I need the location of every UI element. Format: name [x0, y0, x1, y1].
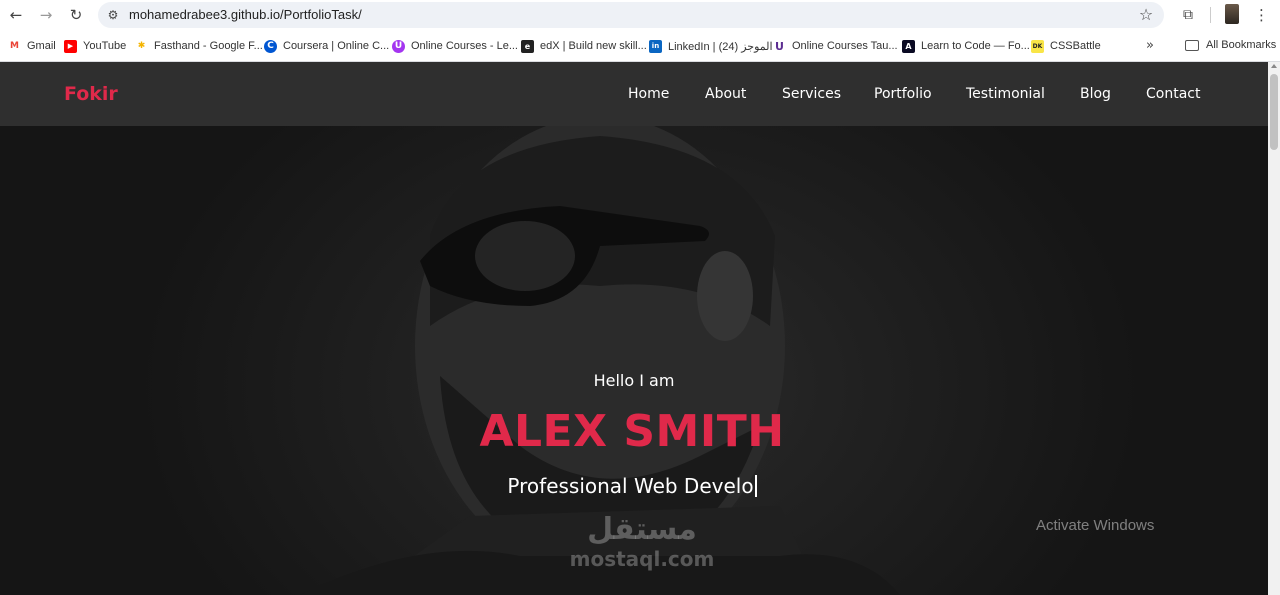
bookmark-udemy[interactable]: U Online Courses - Le...	[392, 39, 518, 53]
site-info-icon[interactable]: ⚙	[104, 6, 122, 24]
activate-windows-notice: Activate Windows	[1036, 517, 1155, 534]
watermark-arabic: مستقل	[587, 512, 697, 547]
bookmark-linkedin[interactable]: in LinkedIn | الموجز (24)	[649, 39, 773, 53]
bookmark-label: YouTube	[83, 40, 127, 52]
tau-icon: U	[773, 39, 786, 53]
coursera-icon: C	[264, 39, 277, 53]
folder-icon	[1185, 39, 1199, 51]
bookmark-edx[interactable]: e edX | Build new skill...	[521, 39, 647, 53]
linkedin-icon: in	[649, 39, 662, 53]
site-logo[interactable]: Fokir	[64, 83, 118, 105]
scroll-up-arrow-icon[interactable]	[1271, 64, 1277, 68]
forward-icon[interactable]: →	[36, 5, 56, 25]
nav-testimonial[interactable]: Testimonial	[966, 86, 1045, 102]
watermark-latin: mostaql.com	[569, 547, 715, 571]
bookmark-label: Online Courses Tau...	[792, 40, 898, 52]
web-page: Fokir Home About Services Portfolio Test…	[0, 62, 1268, 595]
nav-contact[interactable]: Contact	[1146, 86, 1200, 102]
youtube-icon: ▶	[64, 39, 77, 53]
nav-about[interactable]: About	[705, 86, 746, 102]
reload-icon[interactable]: ↻	[66, 5, 86, 25]
kebab-menu-icon[interactable]: ⋮	[1254, 5, 1269, 25]
scrollbar-thumb[interactable]	[1270, 74, 1278, 150]
page-scrollbar[interactable]	[1268, 62, 1280, 595]
edx-icon: e	[521, 39, 534, 53]
bookmark-fasthand[interactable]: ✱ Fasthand - Google F...	[135, 39, 263, 53]
toolbar-divider	[1210, 7, 1211, 23]
bookmark-label: LinkedIn | الموجز (24)	[668, 40, 773, 53]
bookmark-label: Coursera | Online C...	[283, 40, 390, 52]
nav-portfolio[interactable]: Portfolio	[874, 86, 932, 102]
bookmark-coursera[interactable]: C Coursera | Online C...	[264, 39, 389, 53]
bookmark-freecodecamp[interactable]: A Learn to Code — Fo...	[902, 39, 1030, 53]
profile-avatar[interactable]	[1225, 4, 1239, 24]
bookmark-label: Online Courses - Le...	[411, 40, 518, 52]
hero-role-line: Professional Web Develo	[0, 474, 1264, 498]
more-bookmarks-icon[interactable]: »	[1146, 38, 1154, 53]
bookmark-star-icon[interactable]: ☆	[1136, 5, 1156, 25]
bookmark-label: CSSBattle	[1050, 40, 1101, 52]
back-icon[interactable]: ←	[6, 5, 26, 25]
bookmark-youtube[interactable]: ▶ YouTube	[64, 39, 126, 53]
extensions-icon[interactable]: ⧉	[1178, 5, 1198, 25]
bookmark-label: Learn to Code — Fo...	[921, 40, 1030, 52]
fasthand-icon: ✱	[135, 39, 148, 53]
nav-home[interactable]: Home	[628, 86, 669, 102]
all-bookmarks-label: All Bookmarks	[1206, 39, 1277, 51]
bookmark-label: edX | Build new skill...	[540, 40, 647, 52]
bookmark-label: Gmail	[27, 40, 56, 52]
bookmark-gmail[interactable]: M Gmail	[8, 39, 56, 53]
bookmarks-bar: M Gmail ▶ YouTube ✱ Fasthand - Google F.…	[0, 30, 1280, 62]
browser-toolbar: ← → ↻ ⚙ mohamedrabee3.github.io/Portfoli…	[0, 0, 1280, 30]
hero-name: ALEX SMITH	[479, 406, 785, 457]
nav-services[interactable]: Services	[782, 86, 841, 102]
cssbattle-icon: DK	[1031, 39, 1044, 53]
hero-role-text: Professional Web Develo	[507, 474, 754, 498]
url-text[interactable]: mohamedrabee3.github.io/PortfolioTask/	[129, 7, 362, 22]
freecodecamp-icon: A	[902, 39, 915, 53]
bookmark-tau[interactable]: U Online Courses Tau...	[773, 39, 898, 53]
typing-cursor	[754, 475, 757, 497]
site-navbar: Fokir Home About Services Portfolio Test…	[0, 62, 1268, 126]
mostaql-watermark: مستقل mostaql.com	[562, 512, 722, 570]
all-bookmarks-button[interactable]: All Bookmarks	[1185, 39, 1276, 51]
hero-greeting: Hello I am	[593, 371, 675, 390]
gmail-icon: M	[8, 39, 21, 53]
bookmark-label: Fasthand - Google F...	[154, 40, 263, 52]
udemy-icon: U	[392, 39, 405, 53]
bookmark-cssbattle[interactable]: DK CSSBattle	[1031, 39, 1101, 53]
nav-blog[interactable]: Blog	[1080, 86, 1111, 102]
